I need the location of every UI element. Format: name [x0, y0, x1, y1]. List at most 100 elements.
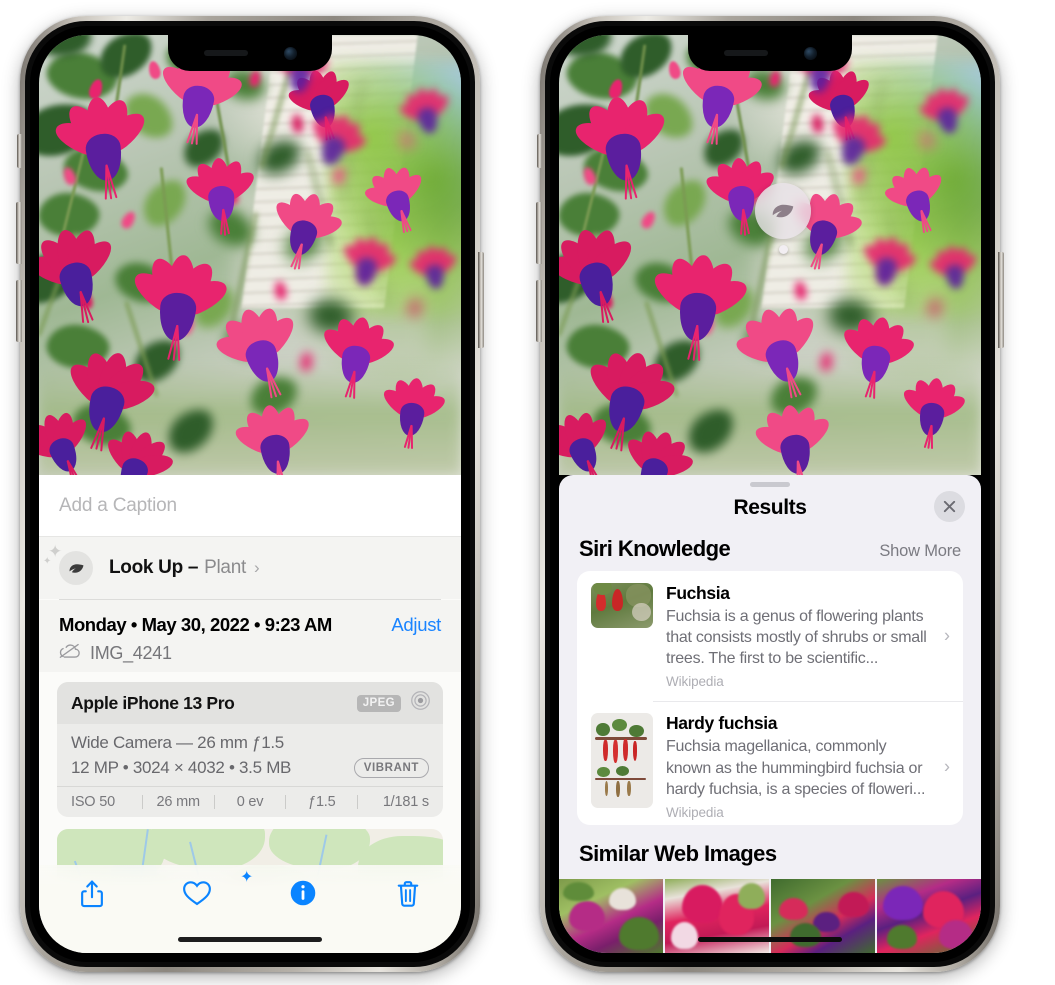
screenshot-root: Add a Caption ✦ ✦ Look Up – Plant › Mond… [0, 0, 1055, 985]
flower-decoration [231, 402, 315, 475]
phone-left: Add a Caption ✦ ✦ Look Up – Plant › Mond… [16, 16, 484, 972]
foliage-decoration [159, 402, 222, 460]
leaf-icon [772, 204, 794, 218]
caption-input[interactable]: Add a Caption [59, 495, 177, 517]
caption-row[interactable]: Add a Caption [39, 475, 461, 537]
flower-decoration [318, 313, 398, 398]
flower-foliage-layer [559, 35, 981, 475]
flower-decoration [927, 244, 980, 293]
siri-knowledge-card: Fuchsia Fuchsia is a genus of flowering … [577, 570, 963, 825]
screen-right: Results Siri Knowledge Show More Fuchsia… [559, 35, 981, 953]
siri-knowledge-header: Siri Knowledge Show More [559, 530, 981, 571]
similar-web-images-title: Similar Web Images [579, 841, 777, 866]
flower-decoration [270, 189, 344, 271]
bud-decoration [407, 297, 423, 318]
aperture-icon [410, 690, 431, 716]
look-up-row[interactable]: ✦ ✦ Look Up – Plant › [39, 537, 461, 599]
info-button[interactable]: ✦ [240, 870, 356, 907]
knowledge-snippet: Fuchsia magellanica, commonly known as t… [666, 738, 926, 798]
photo-date: Monday • May 30, 2022 • 9:23 AM [59, 614, 332, 635]
photo-viewer-left[interactable] [39, 35, 461, 475]
results-sheet: Results Siri Knowledge Show More Fuchsia… [559, 475, 981, 953]
visual-look-up-badge[interactable] [755, 183, 811, 254]
chevron-right-icon: › [944, 625, 950, 646]
flower-decoration [838, 313, 918, 398]
flower-decoration [647, 252, 752, 362]
results-title: Results [733, 496, 807, 520]
flower-decoration [918, 85, 973, 139]
leaf-icon: ✦ ✦ [43, 543, 93, 585]
photographic-style-badge: VIBRANT [353, 758, 429, 778]
results-header: Results [559, 487, 981, 530]
show-more-button[interactable]: Show More [879, 542, 961, 561]
notch-left [168, 35, 332, 71]
look-up-anchor-dot [778, 245, 788, 254]
flower-decoration [407, 244, 460, 293]
earpiece-speaker-icon [723, 50, 768, 56]
knowledge-title: Fuchsia [666, 582, 730, 603]
knowledge-title: Hardy fuchsia [666, 713, 778, 734]
volume-up-button-right[interactable] [536, 202, 542, 264]
foliage-decoration [679, 402, 742, 460]
bud-decoration [927, 297, 943, 318]
front-camera-icon [803, 46, 817, 60]
knowledge-item-fuchsia[interactable]: Fuchsia Fuchsia is a genus of flowering … [577, 571, 963, 702]
flower-decoration [398, 85, 453, 139]
flower-decoration [214, 302, 301, 399]
bud-decoration [119, 209, 139, 231]
bud-decoration [810, 113, 825, 134]
look-up-subject: Plant [204, 557, 246, 578]
bud-decoration [666, 60, 682, 81]
earpiece-speaker-icon [203, 50, 248, 56]
home-indicator-left[interactable] [178, 937, 322, 942]
close-icon [943, 500, 956, 512]
exif-stat-focal: 26 mm [156, 794, 201, 810]
date-block: Monday • May 30, 2022 • 9:23 AM Adjust I… [39, 600, 461, 672]
sparkle-icon: ✦ [240, 869, 254, 886]
volume-down-button-left[interactable] [16, 280, 22, 342]
front-camera-icon [283, 46, 297, 60]
lens-info: Wide Camera — 26 mm ƒ1.5 [71, 733, 284, 752]
share-button[interactable] [39, 879, 145, 909]
flower-decoration [751, 402, 835, 475]
exif-card[interactable]: Apple iPhone 13 Pro JPEG Wide Camera — 2… [57, 682, 443, 817]
sparkle-small-icon: ✦ [43, 556, 52, 567]
bud-decoration [273, 280, 288, 302]
adjust-button[interactable]: Adjust [391, 614, 441, 636]
photo-viewer-right[interactable] [559, 35, 981, 475]
favorite-button[interactable] [145, 879, 251, 907]
file-name: IMG_4241 [90, 643, 172, 663]
exif-stat-exposure: 0 ev [236, 794, 264, 810]
bud-decoration [146, 60, 162, 81]
power-button-left[interactable] [478, 252, 484, 348]
knowledge-thumbnail [591, 713, 653, 809]
image-specs: 12 MP • 3024 × 4032 • 3.5 MB [71, 758, 292, 777]
flower-decoration [827, 110, 887, 173]
bud-decoration [639, 209, 659, 231]
screen-left: Add a Caption ✦ ✦ Look Up – Plant › Mond… [39, 35, 461, 953]
knowledge-item-hardy-fuchsia[interactable]: Hardy fuchsia Fuchsia magellanica, commo… [577, 701, 963, 825]
knowledge-source: Wikipedia [666, 805, 724, 821]
knowledge-source: Wikipedia [666, 674, 724, 690]
exif-stat-iso: ISO 50 [71, 794, 115, 810]
close-button[interactable] [934, 490, 965, 522]
delete-button[interactable] [356, 879, 462, 909]
mute-switch-left[interactable] [17, 134, 22, 168]
flower-decoration [734, 302, 821, 399]
power-button-right[interactable] [998, 252, 1004, 348]
volume-down-button-right[interactable] [536, 280, 542, 342]
bud-decoration [919, 130, 935, 149]
web-image-thumbnail[interactable] [559, 879, 663, 953]
phone-right: Results Siri Knowledge Show More Fuchsia… [536, 16, 1004, 972]
notch-right [688, 35, 852, 71]
thumbnail-art [559, 879, 663, 953]
chevron-right-icon: › [253, 558, 260, 577]
volume-up-button-left[interactable] [16, 202, 22, 264]
similar-web-images-header: Similar Web Images [559, 825, 981, 873]
cloud-slash-icon [59, 643, 81, 664]
mute-switch-right[interactable] [537, 134, 542, 168]
exif-body: Wide Camera — 26 mm ƒ1.5 12 MP • 3024 × … [57, 724, 443, 786]
web-image-thumbnail[interactable] [877, 879, 981, 953]
flower-decoration [362, 163, 427, 234]
home-indicator-right[interactable] [698, 937, 842, 942]
